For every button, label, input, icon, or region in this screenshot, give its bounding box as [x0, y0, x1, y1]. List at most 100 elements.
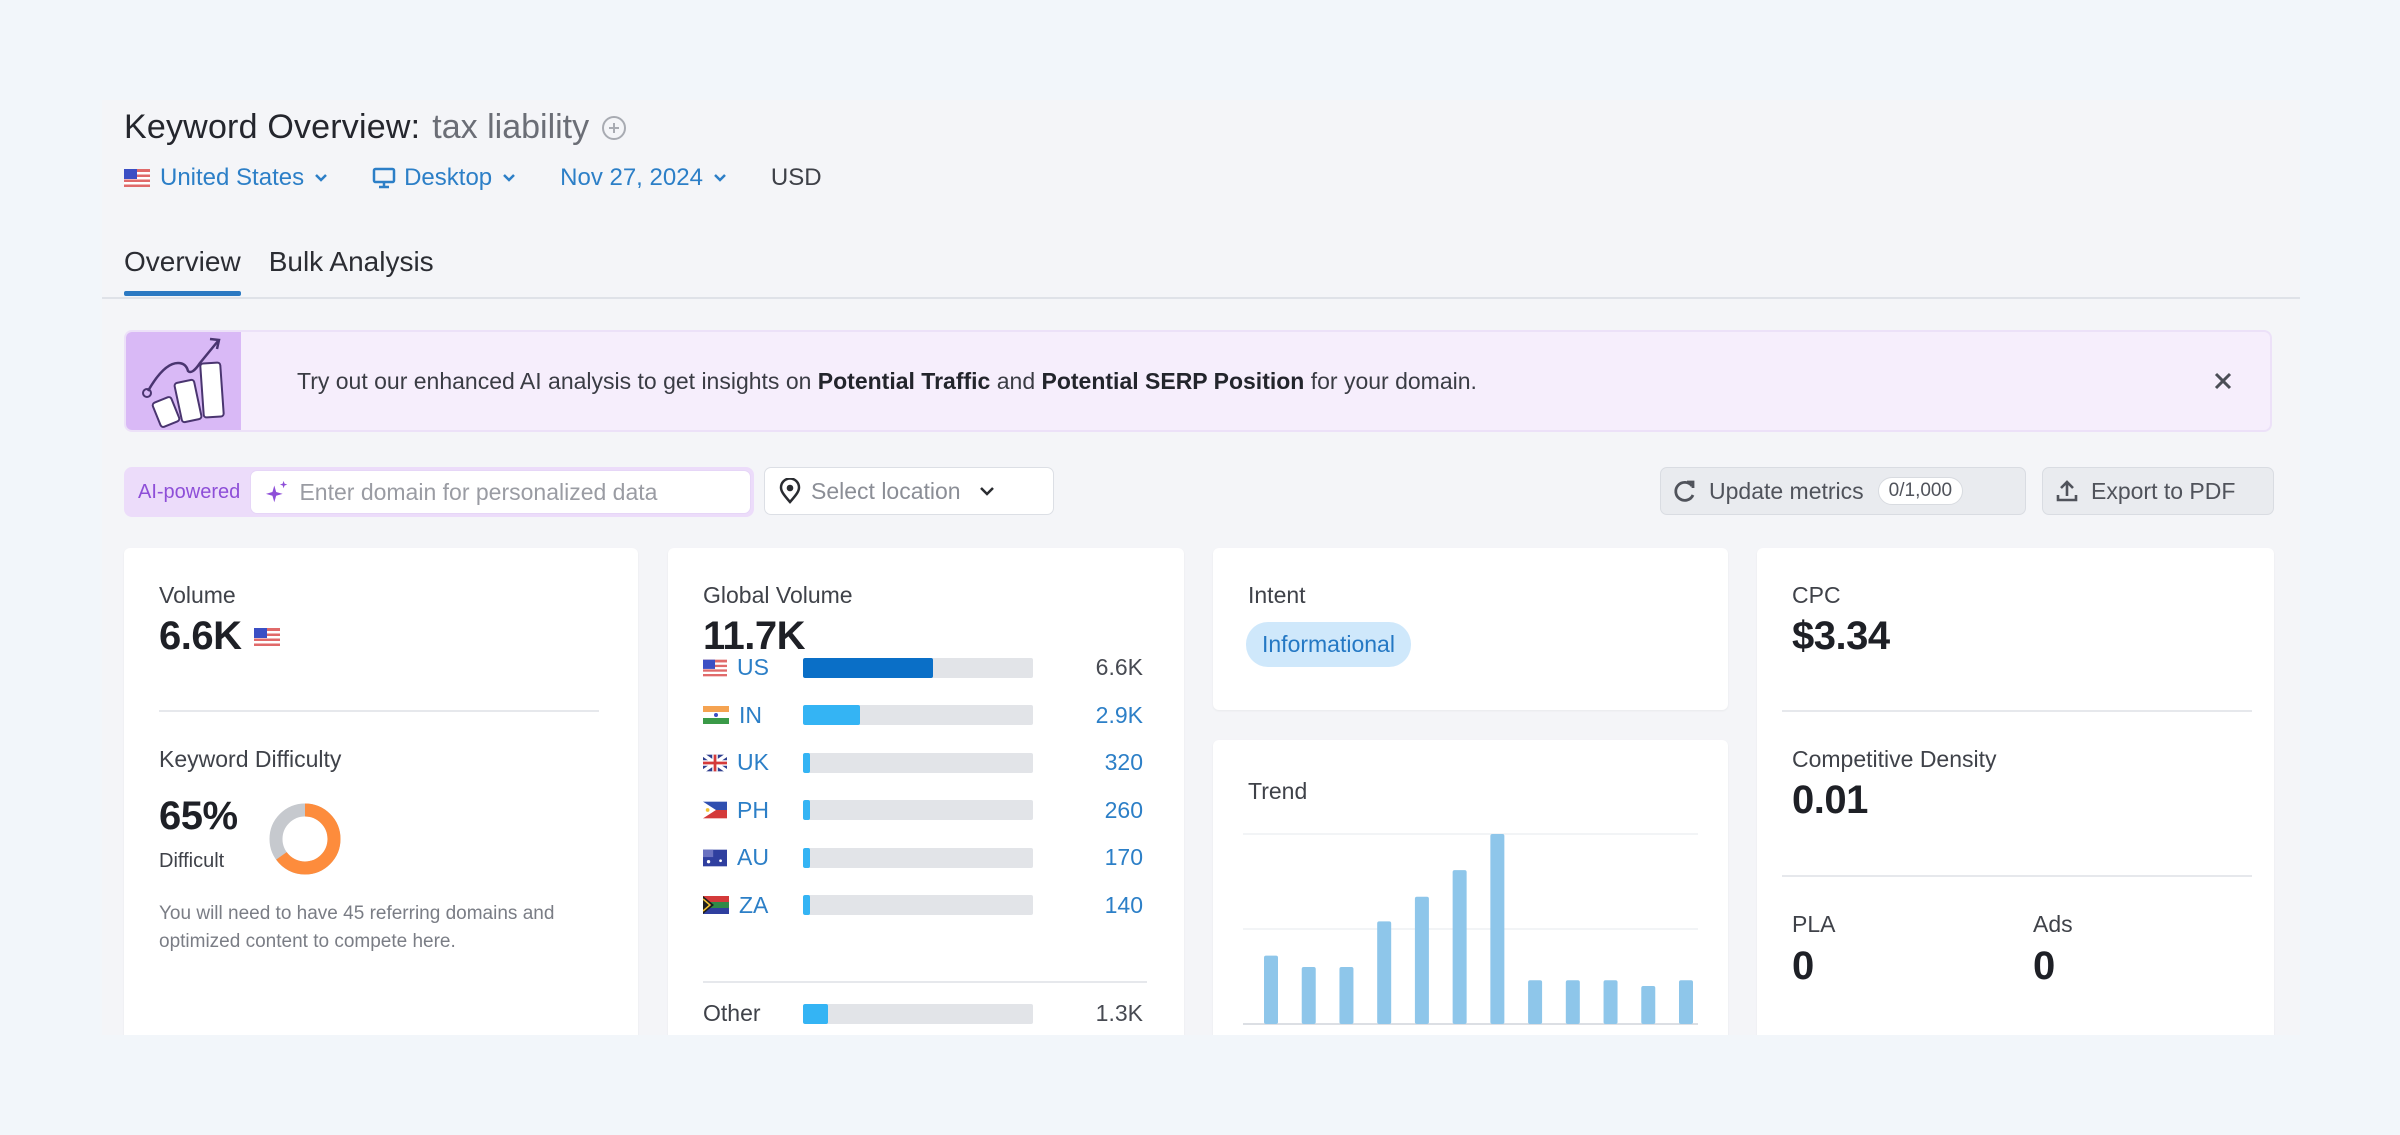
country-bar-track [803, 895, 1033, 915]
update-count-badge: 0/1,000 [1877, 477, 1964, 505]
global-volume-label: Global Volume [703, 582, 853, 608]
add-plus-icon[interactable] [601, 115, 627, 141]
page-title-label: Keyword Overview: [124, 108, 421, 146]
keyword-overview-panel: Keyword Overview: tax liability United S… [102, 100, 2300, 1035]
location-pin-icon [779, 478, 801, 504]
close-icon [2214, 372, 2232, 390]
intent-card: Intent Informational [1213, 548, 1728, 710]
divider [1782, 710, 2252, 712]
country-code: AU [703, 844, 769, 871]
trend-bar[interactable] [1264, 955, 1278, 1024]
update-metrics-button[interactable]: Update metrics 0/1,000 [1660, 467, 2026, 515]
cpc-label: CPC [1792, 582, 1841, 608]
country-bar-fill [803, 705, 861, 725]
volume-card: Volume 6.6K Keyword Difficulty 65% Diffi… [124, 548, 638, 1035]
kd-donut-gauge [269, 803, 341, 875]
country-bar-track [803, 847, 1033, 868]
date-dropdown[interactable]: Nov 27, 2024 [560, 164, 727, 192]
kd-note: You will need to have 45 referring domai… [159, 903, 555, 952]
device-dropdown[interactable]: Desktop [372, 164, 516, 192]
au-flag-icon [703, 849, 728, 866]
us-flag-icon [253, 627, 280, 646]
country-volume-value[interactable]: 170 [1105, 844, 1143, 871]
cpc-card: CPC $3.34 Competitive Density 0.01 PLA 0… [1757, 548, 2274, 1035]
other-bar-fill [803, 1003, 829, 1024]
export-pdf-label: Export to PDF [2091, 477, 2236, 504]
country-volume-value[interactable]: 320 [1105, 749, 1143, 776]
global-volume-card: Global Volume 11.7K US 6.6K IN 2.9K UK 320 PH 2… [668, 548, 1184, 1035]
export-pdf-button[interactable]: Export to PDF [2042, 467, 2274, 515]
intent-badge[interactable]: Informational [1246, 622, 1411, 667]
ads-value: 0 [2033, 944, 2055, 988]
country-volume-value[interactable]: 6.6K [1096, 654, 1143, 681]
country-row-au[interactable]: AU 170 [703, 842, 1143, 873]
sparkle-icon [266, 480, 288, 503]
country-bar-fill [803, 752, 810, 773]
country-code: ZA [703, 892, 769, 919]
ai-powered-label: AI-powered [138, 480, 241, 503]
trend-bar[interactable] [1603, 980, 1618, 1024]
close-banner-button[interactable] [2206, 364, 2240, 398]
volume-value: 6.6K [159, 614, 242, 658]
volume-label: Volume [159, 582, 236, 608]
chevron-down-icon [315, 174, 327, 182]
country-code: UK [703, 749, 769, 776]
update-metrics-label: Update metrics [1709, 477, 1864, 504]
country-volume-value[interactable]: 2.9K [1096, 702, 1143, 729]
country-volume-value[interactable]: 140 [1105, 892, 1143, 919]
trend-label: Trend [1248, 778, 1308, 804]
tab-bulk-analysis[interactable]: Bulk Analysis [269, 246, 434, 294]
trend-bar[interactable] [1452, 870, 1467, 1024]
keyword-text: tax liability [432, 108, 590, 146]
country-row-za[interactable]: ZA 140 [703, 890, 1143, 921]
ai-domain-group: AI-powered [124, 467, 754, 517]
country-row-ph[interactable]: PH 260 [703, 795, 1143, 826]
country-bar-fill [803, 847, 810, 868]
tab-divider [102, 297, 2300, 299]
trend-chart [1243, 833, 1698, 1025]
trend-bar[interactable] [1377, 921, 1392, 1024]
country-bar-track [803, 800, 1033, 820]
ph-flag-icon [703, 801, 728, 819]
trend-bar[interactable] [1414, 896, 1429, 1024]
chevron-down-icon [714, 174, 726, 182]
divider [1782, 875, 2252, 877]
chevron-down-icon [979, 487, 994, 496]
country-code: IN [703, 702, 769, 729]
growth-chart-illustration-icon [126, 332, 241, 430]
trend-bar[interactable] [1339, 967, 1354, 1024]
trend-bar[interactable] [1301, 967, 1316, 1024]
country-dropdown[interactable]: United States [124, 164, 328, 192]
intent-label: Intent [1248, 582, 1306, 608]
trend-bar[interactable] [1641, 986, 1656, 1024]
refresh-icon [1674, 480, 1695, 502]
device-label: Desktop [404, 164, 493, 191]
country-row-other[interactable]: Other 1.3K [703, 998, 1143, 1029]
location-placeholder: Select location [811, 477, 961, 504]
country-bar-track [803, 657, 1033, 678]
za-flag-icon [703, 896, 729, 914]
other-bar-track [803, 1003, 1033, 1024]
country-row-in[interactable]: IN 2.9K [703, 700, 1143, 731]
trend-bar[interactable] [1528, 980, 1543, 1024]
country-row-us[interactable]: US 6.6K [703, 652, 1143, 683]
domain-input-wrapper [250, 470, 751, 514]
country-code: US [703, 654, 769, 681]
country-row-uk[interactable]: UK 320 [703, 747, 1143, 778]
domain-input[interactable] [299, 478, 750, 506]
upload-icon [2056, 480, 2078, 502]
country-code: PH [703, 797, 769, 824]
location-select[interactable]: Select location [764, 467, 1054, 515]
trend-bar[interactable] [1490, 834, 1505, 1024]
trend-bar[interactable] [1565, 980, 1580, 1024]
us-flag-icon [703, 659, 728, 676]
filter-bar: United States Desktop Nov 27, 2024 USD [124, 164, 822, 192]
keyword-difficulty-label: Keyword Difficulty [159, 746, 342, 772]
trend-bar[interactable] [1679, 980, 1693, 1024]
keyword-difficulty-value: 65% [159, 794, 238, 838]
tab-overview[interactable]: Overview [124, 246, 241, 296]
desktop-icon [372, 167, 396, 189]
country-volume-value[interactable]: 260 [1105, 797, 1143, 824]
competitive-density-label: Competitive Density [1792, 746, 1997, 772]
country-bar-fill [803, 657, 933, 678]
